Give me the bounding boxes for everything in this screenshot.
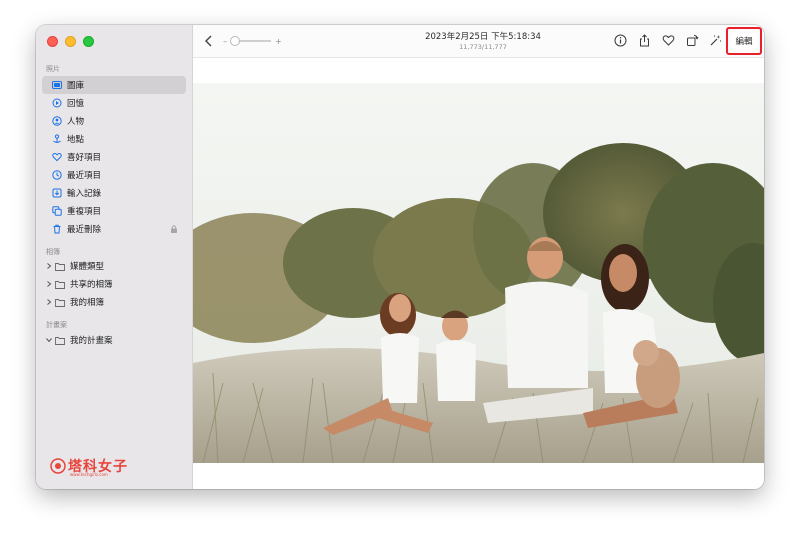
sidebar-item-label: 人物: [67, 117, 85, 127]
sidebar-item-library[interactable]: 圖庫: [42, 76, 186, 94]
site-logo: 塔科女子 www.techgirlz.com: [50, 456, 128, 477]
sidebar-item-label: 我的計畫案: [70, 336, 113, 346]
sidebar-item-label: 回憶: [67, 99, 85, 109]
memories-icon: [52, 98, 62, 108]
toolbar: – + 2023年2月25日 下午5:18:34 11,773/11,777 編…: [193, 25, 764, 58]
photo-library-icon: [52, 80, 62, 90]
lock-icon: [171, 225, 177, 233]
sidebar-item-my-albums[interactable]: 我的相簿: [42, 293, 186, 311]
section-header-projects: 計畫案: [46, 321, 67, 329]
sidebar-item-shared-albums[interactable]: 共享的相簿: [42, 275, 186, 293]
window-controls: [47, 36, 94, 47]
sidebar-item-label: 重複項目: [67, 207, 102, 217]
photo-title-block: 2023年2月25日 下午5:18:34 11,773/11,777: [373, 30, 593, 51]
people-icon: [52, 116, 62, 126]
auto-enhance-wand-icon[interactable]: [708, 33, 722, 47]
sidebar-item-places[interactable]: 地點: [42, 130, 186, 148]
duplicates-icon: [52, 206, 62, 216]
close-window-button[interactable]: [47, 36, 58, 47]
logo-subtext: www.techgirlz.com: [70, 472, 108, 477]
info-icon[interactable]: [613, 33, 627, 47]
edit-button-highlight: 編輯: [726, 27, 762, 55]
folder-icon: [55, 262, 65, 271]
minimize-window-button[interactable]: [65, 36, 76, 47]
zoom-track[interactable]: [230, 36, 271, 46]
sidebar-item-favorites[interactable]: 喜好項目: [42, 148, 186, 166]
zoom-in-icon[interactable]: +: [275, 37, 282, 46]
folder-icon: [55, 298, 65, 307]
sidebar-item-recently-deleted[interactable]: 最近刪除: [42, 220, 186, 238]
main-content: – + 2023年2月25日 下午5:18:34 11,773/11,777 編…: [193, 25, 764, 489]
folder-icon: [55, 336, 65, 345]
photo-date-title: 2023年2月25日 下午5:18:34: [425, 32, 541, 42]
sidebar-item-imports[interactable]: 輸入記錄: [42, 184, 186, 202]
chevron-right-icon[interactable]: [45, 263, 53, 269]
sidebar-item-label: 輸入記錄: [67, 189, 102, 199]
section-header-albums: 相簿: [46, 248, 60, 256]
zoom-window-button[interactable]: [83, 36, 94, 47]
photos-window: 照片 圖庫 回憶 人物 地點 喜好項目 最近項目 輸入記錄 重複項目 最近刪除 …: [36, 25, 764, 489]
sidebar-item-label: 媒體類型: [70, 262, 105, 272]
chevron-right-icon[interactable]: [45, 281, 53, 287]
sidebar-item-label: 最近項目: [67, 171, 102, 181]
imports-icon: [52, 188, 62, 198]
trash-icon: [52, 224, 62, 234]
sidebar-item-media-types[interactable]: 媒體類型: [42, 257, 186, 275]
share-icon[interactable]: [637, 33, 651, 47]
sidebar-item-label: 我的相簿: [70, 298, 105, 308]
chevron-down-icon[interactable]: [45, 337, 53, 343]
sidebar-item-people[interactable]: 人物: [42, 112, 186, 130]
sidebar-item-label: 地點: [67, 135, 85, 145]
back-chevron-icon[interactable]: [203, 34, 215, 48]
sidebar-item-label: 共享的相簿: [70, 280, 113, 290]
zoom-out-icon[interactable]: –: [223, 37, 227, 46]
folder-icon: [55, 280, 65, 289]
sidebar-item-duplicates[interactable]: 重複項目: [42, 202, 186, 220]
sidebar-item-memories[interactable]: 回憶: [42, 94, 186, 112]
chevron-right-icon[interactable]: [45, 299, 53, 305]
sidebar-item-label: 最近刪除: [67, 225, 102, 235]
sidebar-item-label: 圖庫: [67, 81, 85, 91]
sidebar: 照片 圖庫 回憶 人物 地點 喜好項目 最近項目 輸入記錄 重複項目 最近刪除 …: [36, 25, 193, 489]
family-beach-photo[interactable]: [193, 83, 764, 463]
photo-count: 11,773/11,777: [459, 43, 507, 51]
zoom-slider[interactable]: – +: [223, 35, 282, 47]
logo-icon: [50, 458, 66, 474]
heart-icon: [52, 152, 62, 162]
sidebar-item-label: 喜好項目: [67, 153, 102, 163]
edit-button[interactable]: 編輯: [731, 33, 757, 49]
sidebar-item-recents[interactable]: 最近項目: [42, 166, 186, 184]
places-icon: [52, 134, 62, 144]
rotate-icon[interactable]: [685, 33, 699, 47]
zoom-knob[interactable]: [230, 36, 240, 46]
section-header-photos: 照片: [46, 65, 60, 73]
sidebar-item-my-projects[interactable]: 我的計畫案: [42, 331, 186, 349]
favorite-heart-icon[interactable]: [661, 33, 675, 47]
recents-clock-icon: [52, 170, 62, 180]
